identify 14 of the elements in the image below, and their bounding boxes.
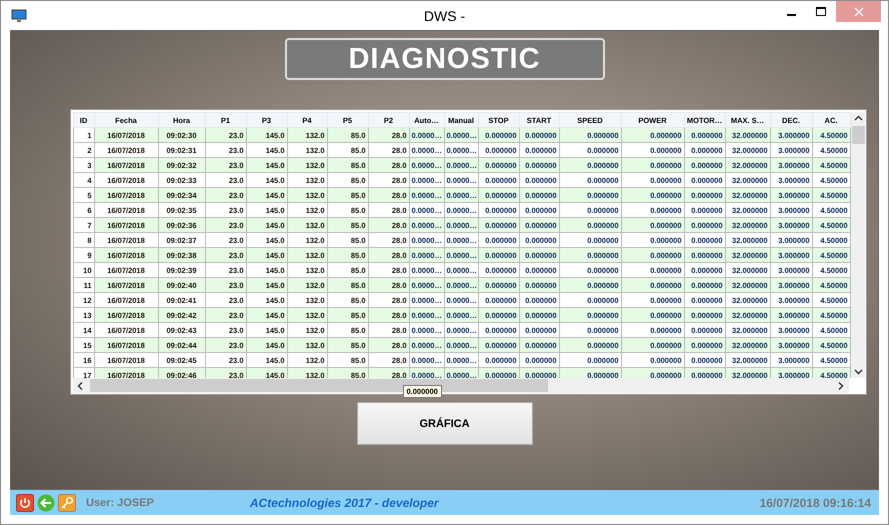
minimize-icon [786,14,796,16]
user-label: User: JOSEP [86,496,154,508]
company-label: ACtechnologies 2017 - developer [250,496,439,510]
key-icon[interactable] [58,494,76,512]
maximize-icon [816,6,826,16]
close-icon [854,6,864,16]
datetime-label: 16/07/2018 09:16:14 [760,496,871,510]
page-heading: DIAGNOSTIC [284,38,604,80]
window-title: DWS - [424,8,466,24]
vertical-scrollbar[interactable] [850,112,864,378]
chart-button[interactable]: GRÁFICA [356,402,532,445]
monitor-icon [11,8,27,22]
scroll-thumb[interactable] [852,126,864,144]
power-icon[interactable] [16,494,34,512]
